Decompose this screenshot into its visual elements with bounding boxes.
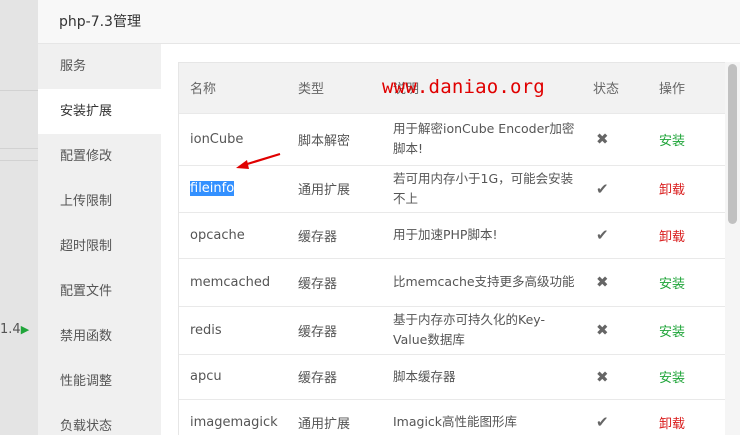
install-button[interactable]: 安装 bbox=[659, 371, 685, 386]
sidebar-item-config-file[interactable]: 配置文件 bbox=[38, 269, 161, 314]
sidebar-item-load-status[interactable]: 负载状态 bbox=[38, 404, 161, 435]
install-button[interactable]: 安装 bbox=[659, 277, 685, 292]
ext-name: memcached bbox=[179, 257, 287, 306]
scrollbar-thumb[interactable] bbox=[728, 64, 737, 224]
table-row: redis 缓存器 基于内存亦可持久化的Key-Value数据库 ✖ 安装 bbox=[179, 305, 726, 354]
ext-desc: 用于解密ionCube Encoder加密脚本! bbox=[382, 112, 582, 165]
ext-name: apcu bbox=[179, 353, 287, 399]
sidebar-item-upload-limit[interactable]: 上传限制 bbox=[38, 179, 161, 224]
cross-icon: ✖ bbox=[596, 273, 609, 291]
check-icon: ✔ bbox=[596, 179, 609, 198]
uninstall-button[interactable]: 卸载 bbox=[659, 417, 685, 432]
background-divider bbox=[0, 90, 38, 91]
modal-header: php-7.3管理 bbox=[38, 0, 740, 44]
cross-icon: ✖ bbox=[596, 367, 609, 386]
table-row: apcu 缓存器 脚本缓存器 ✖ 安装 bbox=[179, 353, 726, 399]
ext-type: 缓存器 bbox=[287, 353, 382, 399]
php-manager-modal: php-7.3管理 服务 安装扩展 配置修改 上传限制 超时限制 配置文件 禁用… bbox=[38, 0, 740, 435]
sidebar: 服务 安装扩展 配置修改 上传限制 超时限制 配置文件 禁用函数 性能调整 负载… bbox=[38, 44, 161, 435]
ext-desc: Imagick高性能图形库 bbox=[382, 398, 582, 435]
check-icon: ✔ bbox=[596, 413, 609, 432]
extensions-table-wrapper: 名称 类型 说明 状态 操作 ionCube 脚本解密 用于解密ionCube … bbox=[178, 62, 727, 435]
content-area: 名称 类型 说明 状态 操作 ionCube 脚本解密 用于解密ionCube … bbox=[161, 44, 740, 435]
ext-desc: 基于内存亦可持久化的Key-Value数据库 bbox=[382, 305, 582, 354]
header-action: 操作 bbox=[648, 63, 726, 113]
extensions-table: 名称 类型 说明 状态 操作 ionCube 脚本解密 用于解密ionCube … bbox=[179, 63, 726, 435]
sidebar-item-disabled-functions[interactable]: 禁用函数 bbox=[38, 314, 161, 359]
ext-type: 缓存器 bbox=[287, 211, 382, 258]
ext-type: 脚本解密 bbox=[287, 112, 382, 165]
background-page: 1.4▶ bbox=[0, 0, 38, 435]
background-version-text: 1.4 bbox=[0, 322, 21, 337]
ext-type: 通用扩展 bbox=[287, 398, 382, 435]
install-button[interactable]: 安装 bbox=[659, 325, 685, 340]
ext-type: 缓存器 bbox=[287, 305, 382, 354]
ext-name: opcache bbox=[179, 211, 287, 258]
ext-desc: 比memcache支持更多高级功能 bbox=[382, 257, 582, 306]
play-triangle-icon: ▶ bbox=[20, 323, 30, 336]
watermark-text: www.daniao.org bbox=[382, 76, 545, 98]
sidebar-item-service[interactable]: 服务 bbox=[38, 44, 161, 89]
modal-title: php-7.3管理 bbox=[59, 14, 141, 30]
check-icon: ✔ bbox=[596, 226, 609, 244]
background-divider bbox=[0, 160, 38, 161]
uninstall-button[interactable]: 卸载 bbox=[659, 230, 685, 245]
ext-name: fileinfo bbox=[190, 181, 235, 196]
ext-desc: 脚本缓存器 bbox=[382, 353, 582, 399]
uninstall-button[interactable]: 卸载 bbox=[659, 183, 685, 198]
header-type: 类型 bbox=[287, 63, 382, 113]
cross-icon: ✖ bbox=[596, 321, 609, 339]
scrollbar[interactable] bbox=[725, 62, 740, 435]
table-row: fileinfo 通用扩展 若可用内存小于1G，可能会安装不上 ✔ 卸载 bbox=[179, 164, 726, 212]
arrow-annotation-icon bbox=[236, 152, 281, 169]
background-divider bbox=[0, 148, 38, 149]
ext-name: imagemagick bbox=[179, 398, 287, 435]
ext-desc: 若可用内存小于1G，可能会安装不上 bbox=[382, 164, 582, 212]
cross-icon: ✖ bbox=[596, 130, 609, 148]
ext-name: redis bbox=[179, 305, 287, 354]
sidebar-item-timeout-limit[interactable]: 超时限制 bbox=[38, 224, 161, 269]
table-row: imagemagick 通用扩展 Imagick高性能图形库 ✔ 卸载 bbox=[179, 398, 726, 435]
ext-type: 通用扩展 bbox=[287, 164, 382, 212]
sidebar-item-performance-tuning[interactable]: 性能调整 bbox=[38, 359, 161, 404]
sidebar-item-config-edit[interactable]: 配置修改 bbox=[38, 134, 161, 179]
header-name: 名称 bbox=[179, 63, 287, 113]
header-status: 状态 bbox=[582, 63, 648, 113]
table-row: opcache 缓存器 用于加速PHP脚本! ✔ 卸载 bbox=[179, 211, 726, 258]
background-version-fragment: 1.4▶ bbox=[0, 322, 29, 337]
sidebar-item-install-extension[interactable]: 安装扩展 bbox=[38, 89, 161, 134]
ext-desc: 用于加速PHP脚本! bbox=[382, 211, 582, 258]
ext-type: 缓存器 bbox=[287, 257, 382, 306]
install-button[interactable]: 安装 bbox=[659, 134, 685, 149]
table-row: memcached 缓存器 比memcache支持更多高级功能 ✖ 安装 bbox=[179, 257, 726, 306]
